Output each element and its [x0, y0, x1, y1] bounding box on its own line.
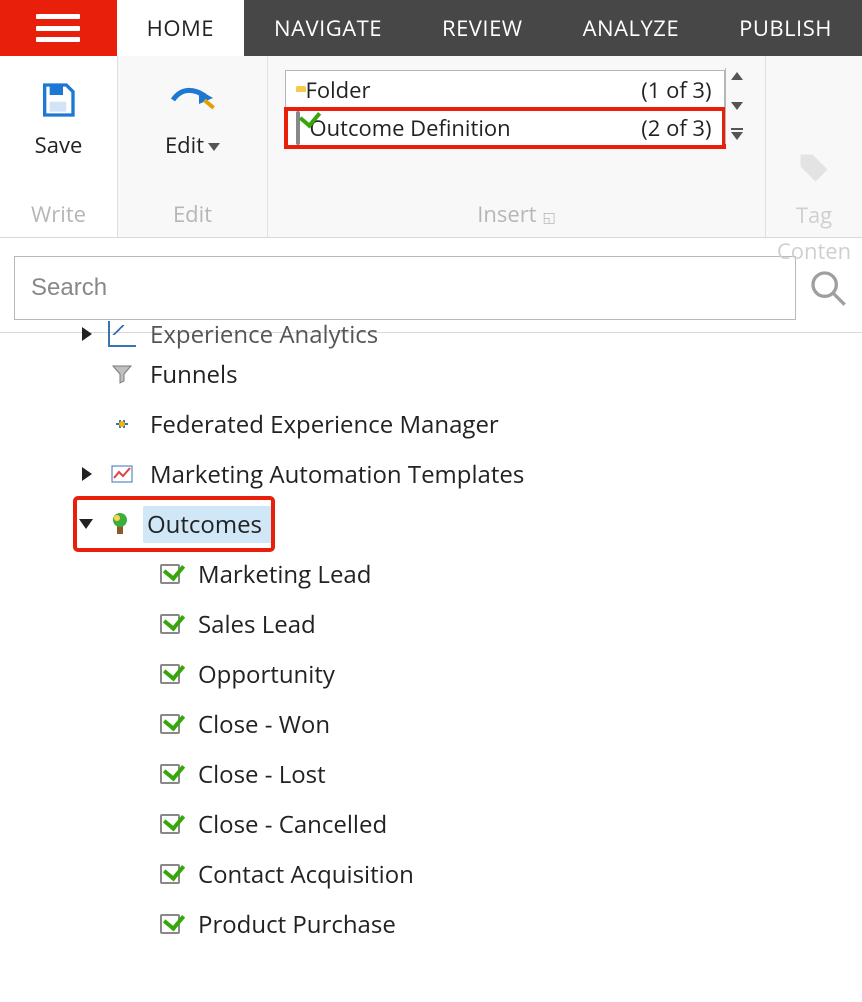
tree-node-label: Close - Won [198, 708, 330, 741]
tab-label: HOME [147, 13, 214, 43]
tree-node-label: Federated Experience Manager [150, 408, 499, 441]
tab-navigate[interactable]: NAVIGATE [244, 0, 412, 56]
search-button[interactable] [808, 268, 848, 308]
tab-analyze[interactable]: ANALYZE [553, 0, 709, 56]
chart-icon [108, 461, 136, 487]
checkbox-icon [156, 761, 184, 787]
scroll-up-icon[interactable] [731, 72, 743, 80]
tree-node-experience-analytics[interactable]: Experience Analytics [76, 319, 862, 349]
checkbox-icon [156, 811, 184, 837]
funnel-icon [108, 361, 136, 387]
ribbon-group-content-tagging: Tag Conten [766, 56, 862, 237]
ribbon-caption-edit: Edit [173, 199, 212, 229]
tree-node-outcome-item[interactable]: Close - Won [124, 699, 862, 749]
outcome-icon [107, 511, 133, 537]
ribbon-group-insert: Folder (1 of 3) Outcome Definition (2 of… [268, 56, 766, 237]
tree-node-label: Opportunity [198, 658, 335, 691]
checkbox-icon [156, 661, 184, 687]
tree-node-label: Marketing Lead [198, 558, 371, 591]
tree-node-marketing-automation-templates[interactable]: Marketing Automation Templates [76, 449, 862, 499]
scroll-down-icon[interactable] [731, 102, 743, 110]
save-icon [38, 76, 78, 124]
tree-node-outcome-item[interactable]: Product Purchase [124, 899, 862, 949]
tree-node-outcome-item[interactable]: Close - Lost [124, 749, 862, 799]
tag-icon [796, 144, 832, 192]
tab-label: REVIEW [442, 13, 523, 43]
insert-option-count: (1 of 3) [641, 75, 715, 105]
hamburger-menu-button[interactable] [0, 0, 117, 56]
hamburger-icon [36, 14, 80, 42]
tree-node-outcome-item[interactable]: Marketing Lead [124, 549, 862, 599]
insert-option-label: Outcome Definition [310, 113, 632, 143]
checkbox-icon [296, 113, 300, 143]
checkbox-icon [156, 561, 184, 587]
tree-node-label: Close - Lost [198, 758, 326, 791]
ribbon-group-edit: Edit Edit [118, 56, 268, 237]
analytics-icon [108, 321, 136, 347]
tree-node-label: Sales Lead [198, 608, 316, 641]
edit-label: Edit [165, 130, 220, 160]
connector-icon [108, 411, 136, 437]
insert-option-folder[interactable]: Folder (1 of 3) [286, 71, 724, 109]
tab-label: NAVIGATE [274, 13, 382, 43]
ribbon-caption-content: Conten [777, 236, 851, 266]
tree-node-label: Marketing Automation Templates [150, 458, 524, 491]
tree-node-label: Product Purchase [198, 908, 396, 941]
tree-node-outcome-item[interactable]: Close - Cancelled [124, 799, 862, 849]
tag-button[interactable] [786, 136, 842, 200]
tree-node-label: Outcomes [147, 508, 262, 541]
save-button[interactable]: Save [25, 68, 93, 168]
tab-home[interactable]: HOME [117, 0, 244, 56]
search-icon [808, 268, 848, 308]
tree-node-label: Contact Acquisition [198, 858, 414, 891]
tab-label: ANALYZE [583, 13, 679, 43]
checkbox-icon [156, 611, 184, 637]
tree-node-outcome-item[interactable]: Contact Acquisition [124, 849, 862, 899]
tree-node-federated-experience-manager[interactable]: Federated Experience Manager [76, 399, 862, 449]
tab-review[interactable]: REVIEW [412, 0, 553, 56]
tab-label: PUBLISH [739, 13, 832, 43]
tree-node-outcome-item[interactable]: Opportunity [124, 649, 862, 699]
tree-node-label: Close - Cancelled [198, 808, 387, 841]
checkbox-icon [156, 911, 184, 937]
ribbon-caption-insert: Insert◱ [477, 199, 556, 229]
checkbox-icon [156, 711, 184, 737]
checkbox-icon [156, 861, 184, 887]
tree-node-funnels[interactable]: Funnels [76, 349, 862, 399]
ribbon-group-write: Save Write [0, 56, 118, 237]
chevron-down-icon [208, 143, 220, 151]
insert-option-label: Folder [306, 75, 632, 105]
insert-option-count: (2 of 3) [641, 113, 715, 143]
expand-icon[interactable] [82, 327, 92, 341]
tree-node-label: Experience Analytics [150, 318, 378, 351]
save-label: Save [35, 130, 83, 160]
insert-option-outcome-definition[interactable]: Outcome Definition (2 of 3) [286, 109, 724, 147]
scroll-menu-icon[interactable] [731, 132, 743, 140]
edit-icon [169, 76, 217, 124]
search-input[interactable] [14, 256, 796, 320]
expand-icon[interactable] [82, 467, 92, 481]
tree-node-outcome-item[interactable]: Sales Lead [124, 599, 862, 649]
collapse-icon[interactable] [79, 519, 93, 529]
insert-option-list: Folder (1 of 3) Outcome Definition (2 of… [285, 70, 725, 148]
ribbon-caption-write: Write [31, 199, 86, 229]
tag-label: Tag [796, 200, 832, 230]
edit-dropdown-button[interactable]: Edit [155, 68, 230, 168]
tree-node-label: Funnels [150, 358, 238, 391]
content-tree: Experience Analytics Funnels Federated E… [0, 319, 862, 949]
tab-publish[interactable]: PUBLISH [709, 0, 862, 56]
dialog-launcher-icon[interactable]: ◱ [543, 208, 556, 227]
tree-node-outcomes[interactable]: Outcomes [76, 499, 272, 549]
insert-scrollbar[interactable] [725, 68, 749, 144]
